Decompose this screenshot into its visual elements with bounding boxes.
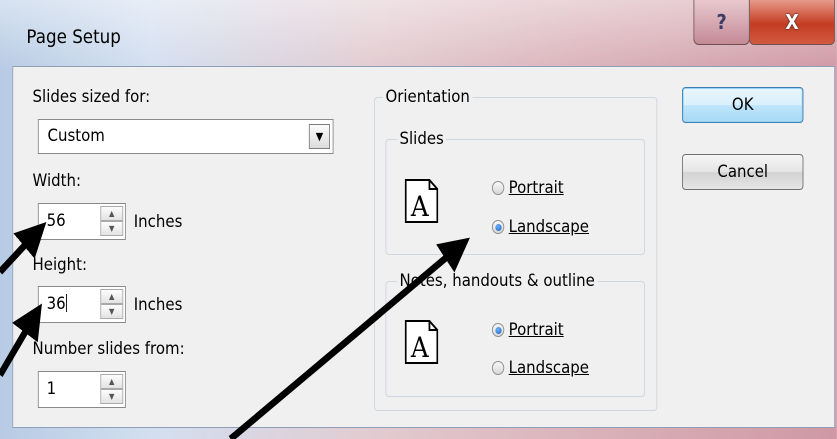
spin-down-icon[interactable]: ▼ — [100, 221, 124, 236]
radio-button-icon[interactable] — [491, 181, 505, 195]
height-value[interactable]: 36 — [47, 294, 67, 314]
cancel-button[interactable]: Cancel — [682, 154, 804, 190]
notes-landscape-radio[interactable]: Landscape — [491, 358, 590, 378]
number-slides-from-spinner[interactable]: 1 ▲ ▼ — [37, 371, 126, 408]
radio-button-icon[interactable] — [491, 361, 505, 375]
orientation-label: Orientation — [382, 87, 473, 107]
slides-portrait-radio[interactable]: Portrait — [491, 178, 564, 198]
slides-sized-for-value: Custom — [47, 126, 105, 146]
spin-down-icon[interactable]: ▼ — [100, 304, 124, 319]
height-value-text: 36 — [46, 294, 66, 314]
slides-sized-for-text: Slides sized for: — [32, 87, 151, 107]
slides-orientation-label: Slides — [396, 129, 447, 149]
spin-up-icon[interactable]: ▲ — [100, 289, 124, 304]
slides-landscape-radio[interactable]: Landscape — [491, 217, 590, 237]
slides-sized-for-label: Slides sized for: — [33, 87, 151, 107]
width-spinner[interactable]: 56 ▲ ▼ — [37, 203, 126, 240]
slides-landscape-label: Landscape — [508, 217, 590, 237]
width-spin-arrows[interactable]: ▲ ▼ — [100, 206, 124, 237]
close-button[interactable]: X — [748, 0, 836, 45]
height-spinner[interactable]: 36 ▲ ▼ — [37, 286, 126, 323]
number-slides-from-label: Number slides from: — [32, 339, 185, 359]
svg-text:A: A — [410, 192, 430, 223]
landscape-page-icon: A — [404, 179, 439, 223]
number-slides-from-value[interactable]: 1 — [47, 379, 57, 399]
height-spin-arrows[interactable]: ▲ ▼ — [100, 289, 124, 320]
chevron-down-icon[interactable]: ▼ — [308, 124, 330, 149]
notes-orientation-label: Notes, handouts & outline — [396, 271, 598, 291]
page-setup-window: Page Setup ? X Slides sized for: Custom … — [0, 0, 837, 439]
window-title: Page Setup — [26, 26, 121, 48]
width-value[interactable]: 56 — [47, 211, 66, 231]
number-spin-arrows[interactable]: ▲ ▼ — [100, 374, 124, 405]
dialog-client-area: Slides sized for: Custom ▼ Width: 56 ▲ ▼… — [12, 66, 836, 428]
portrait-page-icon: A — [404, 320, 439, 364]
spin-down-icon[interactable]: ▼ — [100, 389, 124, 404]
slides-portrait-label: Portrait — [508, 178, 564, 198]
notes-landscape-label: Landscape — [508, 358, 590, 378]
notes-portrait-radio[interactable]: Portrait — [491, 320, 564, 340]
text-caret — [65, 294, 67, 312]
help-button[interactable]: ? — [693, 0, 750, 45]
width-unit: Inches — [133, 212, 183, 232]
radio-button-selected-icon[interactable] — [491, 220, 505, 234]
slides-sized-for-dropdown[interactable]: Custom ▼ — [37, 119, 334, 154]
height-label: Height: — [32, 255, 88, 275]
spin-up-icon[interactable]: ▲ — [100, 206, 124, 221]
radio-button-selected-icon[interactable] — [491, 323, 505, 337]
ok-button[interactable]: OK — [682, 87, 804, 123]
svg-text:A: A — [410, 333, 430, 364]
width-label: Width: — [32, 171, 82, 191]
spin-up-icon[interactable]: ▲ — [100, 374, 124, 389]
height-unit: Inches — [133, 295, 183, 315]
notes-portrait-label: Portrait — [508, 320, 564, 340]
